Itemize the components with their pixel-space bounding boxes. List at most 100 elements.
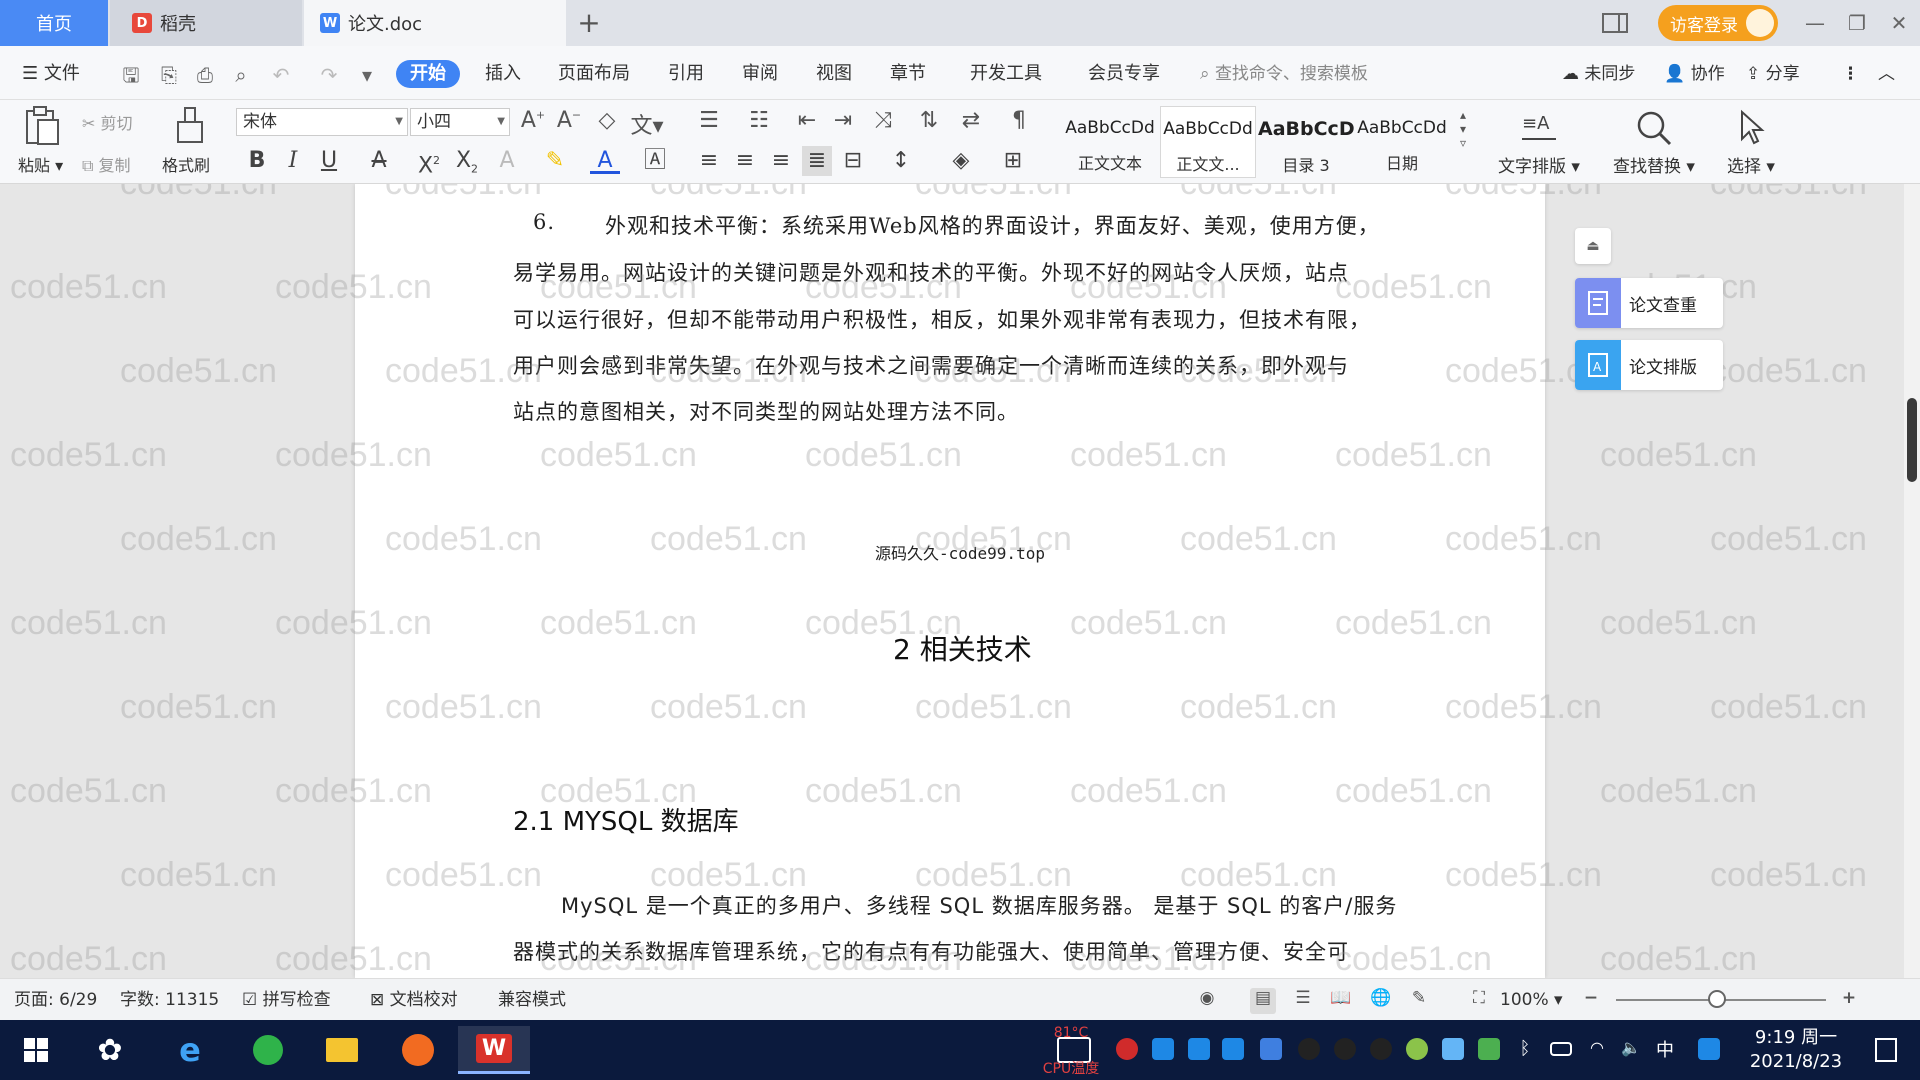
zoom-slider-knob[interactable] [1708,990,1726,1008]
vertical-scrollbar[interactable] [1904,184,1920,978]
collapse-panel-button[interactable]: ⏏ [1575,228,1611,264]
style-date[interactable]: AaBbCcDd 日期 [1354,106,1450,178]
command-search[interactable]: ⌕ 查找命令、搜索模板 [1200,60,1368,88]
sync-button[interactable]: ☁ 未同步 [1562,60,1635,88]
text-effect-icon[interactable]: A [492,146,522,176]
styles-scroll-icon[interactable]: ▴ ▾ ▿ [1456,108,1470,150]
windows-start-icon[interactable] [12,1026,60,1074]
zoom-in-icon[interactable]: + [1836,988,1862,1014]
decrease-indent-icon[interactable]: ⇤ [794,108,820,133]
bullet-list-icon[interactable]: ☰ [694,108,724,133]
wps-writer-icon[interactable]: W [458,1026,530,1074]
paste-button[interactable]: 粘贴 ▾ [18,152,63,176]
copy-button[interactable]: ⧉ 复制 [82,152,131,176]
web-view-icon[interactable]: 🌐 [1368,988,1394,1014]
qq-icon[interactable] [1370,1038,1392,1060]
page-indicator[interactable]: 页面: 6/29 [14,989,97,1011]
undo-icon[interactable]: ↶ [268,62,294,88]
notification-center-icon[interactable] [1862,1026,1910,1074]
shading-icon[interactable]: ◈ [946,146,976,176]
style-body-text[interactable]: AaBbCcDd 正文文本 [1062,106,1158,178]
qq-icon[interactable] [1298,1038,1320,1060]
redo-icon[interactable]: ↷ [316,62,342,88]
customize-chevron-icon[interactable]: ▾ [354,62,380,88]
distributed-icon[interactable]: ⊟ [838,146,868,176]
writing-mode-icon[interactable]: ✎ [1406,988,1432,1014]
font-color-icon[interactable]: A [590,146,620,174]
justify-icon[interactable]: ≣ [802,146,832,176]
tray-app-icon[interactable] [1406,1038,1428,1060]
reading-view-icon[interactable]: 📖 [1328,988,1354,1014]
thesis-layout-button[interactable]: A 论文排版 [1575,340,1723,390]
tab-document[interactable]: W 论文.doc [304,0,566,46]
strikethrough-icon[interactable]: A [364,146,394,176]
tray-app-icon[interactable] [1152,1038,1174,1060]
doc-proof-button[interactable]: ⊠ 文档校对 [370,989,458,1011]
close-icon[interactable]: ✕ [1884,8,1914,38]
align-center-icon[interactable]: ≡ [730,146,760,176]
menu-home[interactable]: 开始 [396,60,460,88]
save-icon[interactable]: 🖫 [118,62,144,88]
show-marks-icon[interactable]: ¶ [1004,108,1034,133]
eye-protection-icon[interactable]: ◉ [1194,988,1220,1014]
restore-icon[interactable]: ❐ [1842,8,1872,38]
shield-icon[interactable] [1260,1038,1282,1060]
underline-icon[interactable]: U [314,146,344,176]
highlight-icon[interactable]: ✎ [540,146,570,176]
ime-indicator[interactable]: 中 [1656,1036,1674,1062]
superscript-icon[interactable]: X2 [414,146,444,178]
line-spacing-icon[interactable]: ↕ [886,146,916,176]
tab-daoke[interactable]: D 稻壳 [110,0,302,46]
decrease-font-icon[interactable]: A− [556,108,582,133]
battery-icon[interactable] [1550,1042,1572,1056]
spell-check-button[interactable]: ☑ 拼写检查 [242,989,331,1011]
collaborate-button[interactable]: 👤 协作 [1664,60,1725,88]
menu-chapter[interactable]: 章节 [890,60,926,88]
document-page[interactable]: 6. 外观和技术平衡：系统采用Web风格的界面设计，界面友好、美观，使用方便， … [355,184,1545,978]
clear-format-icon[interactable]: ◇ [594,108,620,133]
minimize-icon[interactable]: — [1800,8,1830,38]
volume-icon[interactable]: 🔈 [1620,1038,1642,1060]
menu-member[interactable]: 会员专享 [1088,60,1160,88]
new-tab-icon[interactable]: + [574,8,604,38]
outline-view-icon[interactable]: ☰ [1290,988,1316,1014]
italic-icon[interactable]: I [278,146,308,176]
thesis-check-button[interactable]: 论文查重 [1575,278,1723,328]
print-preview-icon[interactable]: ⌕ [228,62,254,88]
font-size-select[interactable]: 小四 ▼ [410,108,510,136]
page-view-icon[interactable]: ▤ [1250,988,1276,1014]
file-menu[interactable]: ☰ 文件 [22,60,80,88]
pinwheel-app-icon[interactable]: ✿ [86,1026,134,1074]
increase-font-icon[interactable]: A+ [520,108,546,133]
collapse-ribbon-icon[interactable]: ︿ [1878,60,1895,88]
align-left-icon[interactable]: ≡ [694,146,724,176]
tray-app-icon[interactable] [1116,1038,1138,1060]
text-layout-button[interactable]: ≡A 文字排版 ▾ [1494,106,1584,177]
numbered-list-icon[interactable]: ☷ [744,108,774,133]
menu-insert[interactable]: 插入 [485,60,521,88]
style-toc-3[interactable]: AaBbCcD 目录 3 [1258,106,1354,178]
fit-page-icon[interactable]: ⛶ [1466,988,1492,1014]
wifi-icon[interactable]: ◠ [1586,1038,1608,1060]
qq-icon[interactable] [1334,1038,1356,1060]
menu-developer[interactable]: 开发工具 [970,60,1042,88]
browser-360-icon[interactable] [244,1026,292,1074]
find-replace-button[interactable]: 查找替换 ▾ [1606,106,1702,177]
tab-home[interactable]: 首页 [0,0,108,46]
output-icon[interactable]: ⎘ [156,62,182,88]
style-body-text-2[interactable]: AaBbCcDd 正文文... [1160,106,1256,178]
bold-icon[interactable]: B [242,146,272,176]
menu-page-layout[interactable]: 页面布局 [558,60,630,88]
layout-switch-icon[interactable] [1600,8,1630,38]
increase-indent-icon[interactable]: ⇥ [830,108,856,133]
paste-icon[interactable] [22,106,62,146]
share-button[interactable]: ⇪ 分享 [1746,60,1800,88]
file-explorer-icon[interactable] [318,1026,366,1074]
align-right-icon[interactable]: ≡ [766,146,796,176]
bluetooth-icon[interactable]: ᛒ [1514,1038,1536,1060]
system-clock[interactable]: 9:19 周一 2021/8/23 [1748,1026,1844,1074]
phonetic-guide-icon[interactable]: 文▾ [630,108,664,140]
format-painter-button[interactable]: 格式刷 [162,152,210,176]
format-painter-icon[interactable] [172,106,208,146]
menu-view[interactable]: 视图 [816,60,852,88]
